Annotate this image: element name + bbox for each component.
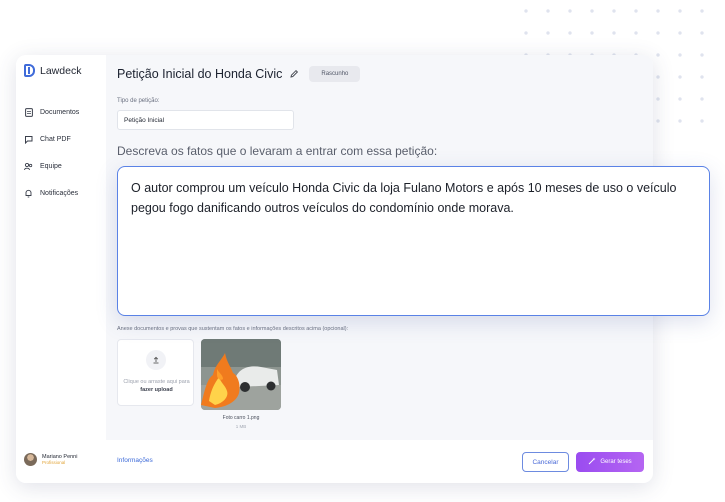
generate-theses-label: Gerar teses: [600, 459, 632, 465]
sidebar-item-label: Equipe: [40, 163, 62, 170]
logo[interactable]: Lawdeck: [24, 64, 81, 77]
pencil-icon[interactable]: [289, 69, 299, 79]
attachments-label: Anexe documentos e provas que sustentam …: [117, 326, 349, 332]
lawdeck-logo-icon: [24, 64, 35, 77]
attachment-file-size: 1 MB: [235, 424, 247, 429]
magic-wand-icon: [588, 457, 596, 467]
sidebar: Lawdeck Documentos Chat PDF Equipe Notif…: [16, 55, 106, 483]
attachment-file-name: Foto carro 1.png: [222, 415, 260, 421]
upload-icon: [146, 350, 166, 370]
status-badge: Rascunho: [309, 66, 361, 82]
footer-bar: Informações Cancelar Gerar teses: [106, 440, 653, 483]
page-title: Petição Inicial do Honda Civic: [117, 67, 283, 81]
attachment-thumbnail[interactable]: [201, 339, 281, 410]
sidebar-item-label: Notificações: [40, 190, 79, 197]
sidebar-item-label: Chat PDF: [40, 136, 71, 143]
sidebar-item-chat-pdf[interactable]: Chat PDF: [24, 126, 79, 153]
upload-text: Clique ou arraste aqui para: [123, 379, 190, 385]
facts-prompt: Descreva os fatos que o levaram a entrar…: [117, 144, 438, 158]
generate-theses-button[interactable]: Gerar teses: [576, 452, 644, 472]
upload-dropzone[interactable]: Clique ou arraste aqui para fazer upload: [117, 339, 194, 406]
title-row: Petição Inicial do Honda Civic Rascunho: [117, 66, 361, 82]
sidebar-item-label: Documentos: [40, 109, 80, 116]
sidebar-item-documentos[interactable]: Documentos: [24, 99, 79, 126]
document-icon: [24, 108, 33, 117]
petition-type-select[interactable]: Petição Inicial: [117, 110, 294, 130]
chat-icon: [24, 135, 33, 144]
cancel-button[interactable]: Cancelar: [522, 452, 569, 472]
sidebar-item-notificacoes[interactable]: Notificações: [24, 180, 79, 207]
user-profile[interactable]: Mariano Penni Profissional: [24, 453, 77, 466]
team-icon: [24, 162, 33, 171]
bell-icon: [24, 189, 33, 198]
sidebar-nav: Documentos Chat PDF Equipe Notificações: [24, 99, 79, 207]
petition-type-label: Tipo de petição:: [117, 98, 160, 104]
upload-instructions: Clique ou arraste aqui para fazer upload: [122, 378, 191, 394]
sidebar-item-equipe[interactable]: Equipe: [24, 153, 79, 180]
app-name: Lawdeck: [40, 64, 82, 77]
user-role: Profissional: [42, 460, 66, 465]
info-link[interactable]: Informações: [117, 457, 153, 464]
facts-textarea[interactable]: O autor comprou um veículo Honda Civic d…: [117, 166, 710, 316]
avatar: [24, 453, 37, 466]
upload-link[interactable]: fazer upload: [140, 387, 172, 393]
